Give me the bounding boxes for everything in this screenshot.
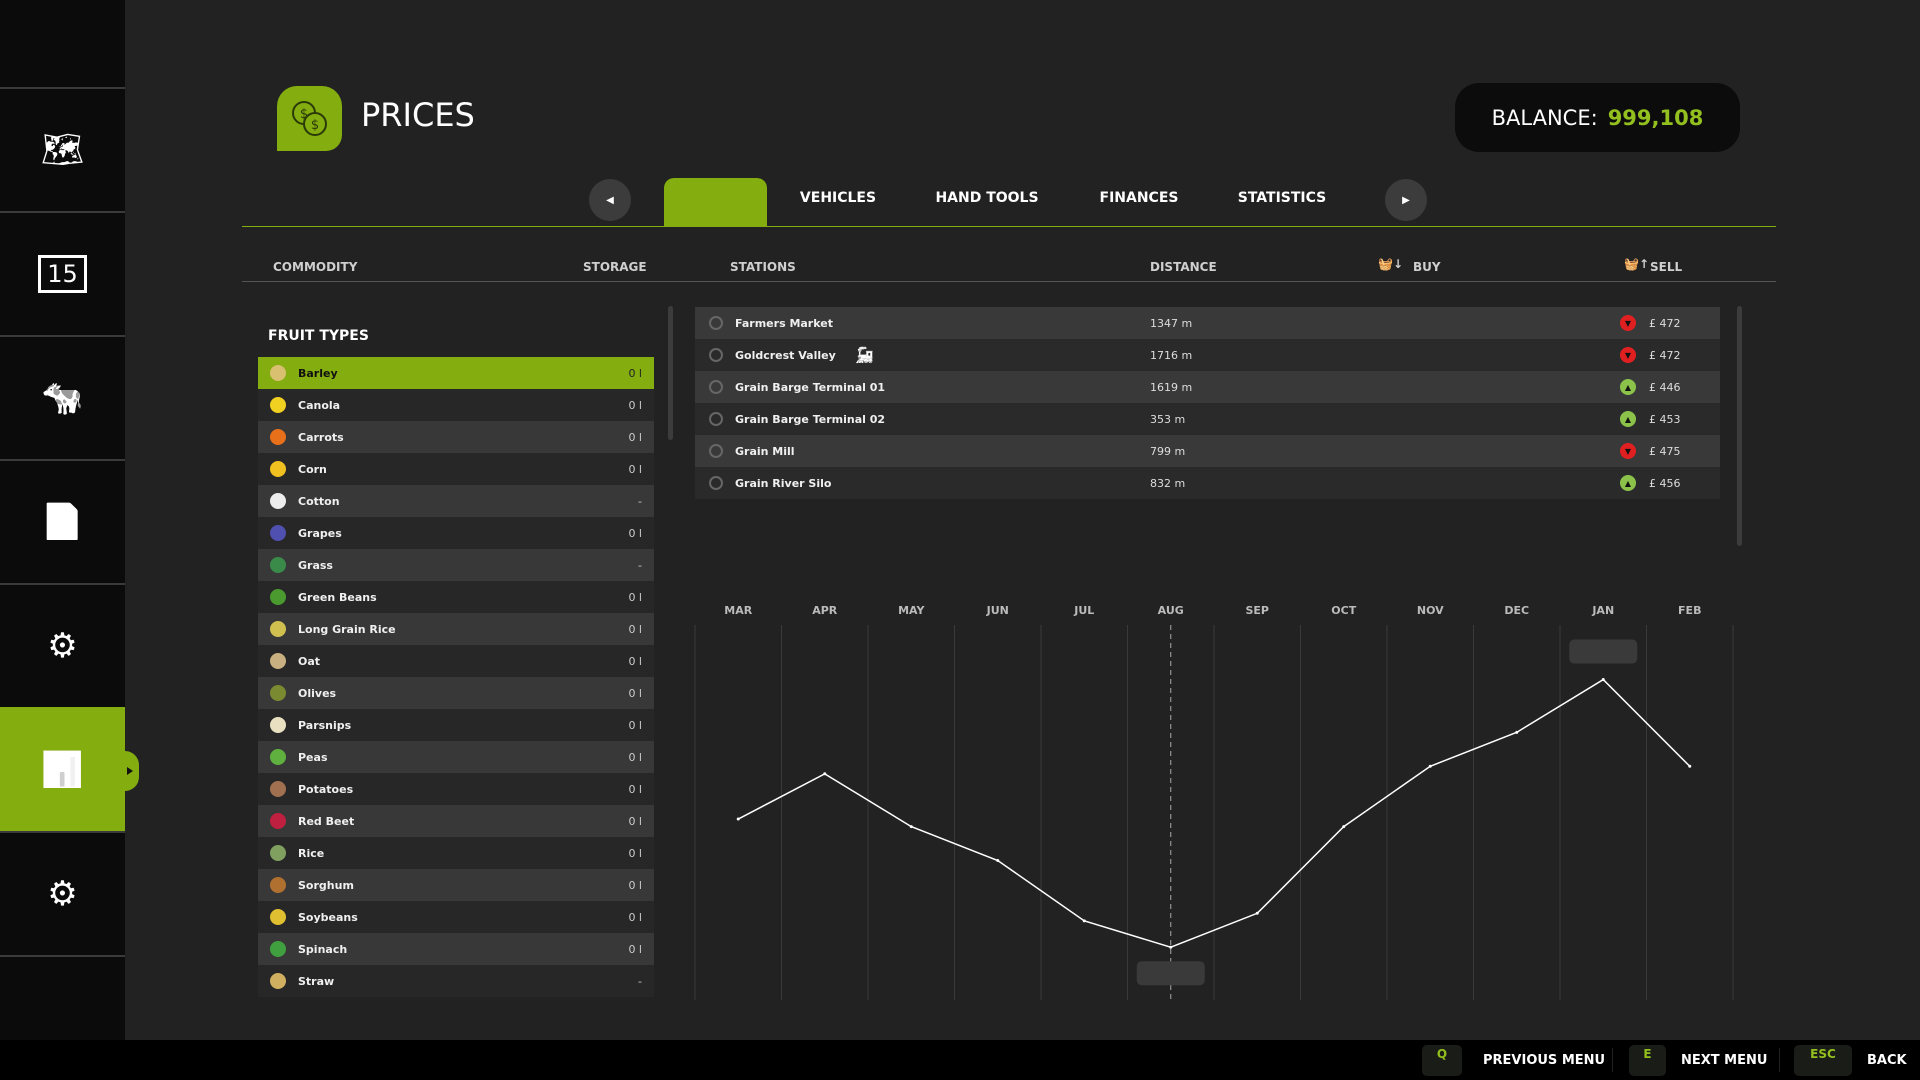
min-price-tooltip [1136,961,1205,986]
price-point-jul [1082,919,1086,923]
key-e: E [1629,1045,1666,1076]
footer-divider [1779,1048,1780,1072]
price-point-jan [1601,678,1605,682]
previous-menu-button[interactable]: PREVIOUS MENU [1483,1053,1605,1068]
price-point-may [909,825,913,829]
price-point-dec [1515,730,1519,734]
price-point-nov [1428,764,1432,768]
key-q: Q [1422,1045,1462,1076]
next-menu-button[interactable]: NEXT MENU [1681,1053,1767,1068]
footer-divider [1612,1048,1613,1072]
max-price-tooltip [1569,639,1638,664]
price-point-oct [1342,825,1346,829]
price-point-mar [736,817,740,821]
price-point-sep [1255,911,1259,915]
price-chart-svg [694,625,1734,1000]
price-point-apr [823,772,827,776]
back-button[interactable]: BACK [1867,1053,1907,1068]
price-point-aug [1169,945,1173,949]
price-point-feb [1688,764,1692,768]
price-point-jun [996,859,1000,863]
key-esc: ESC [1794,1045,1852,1076]
